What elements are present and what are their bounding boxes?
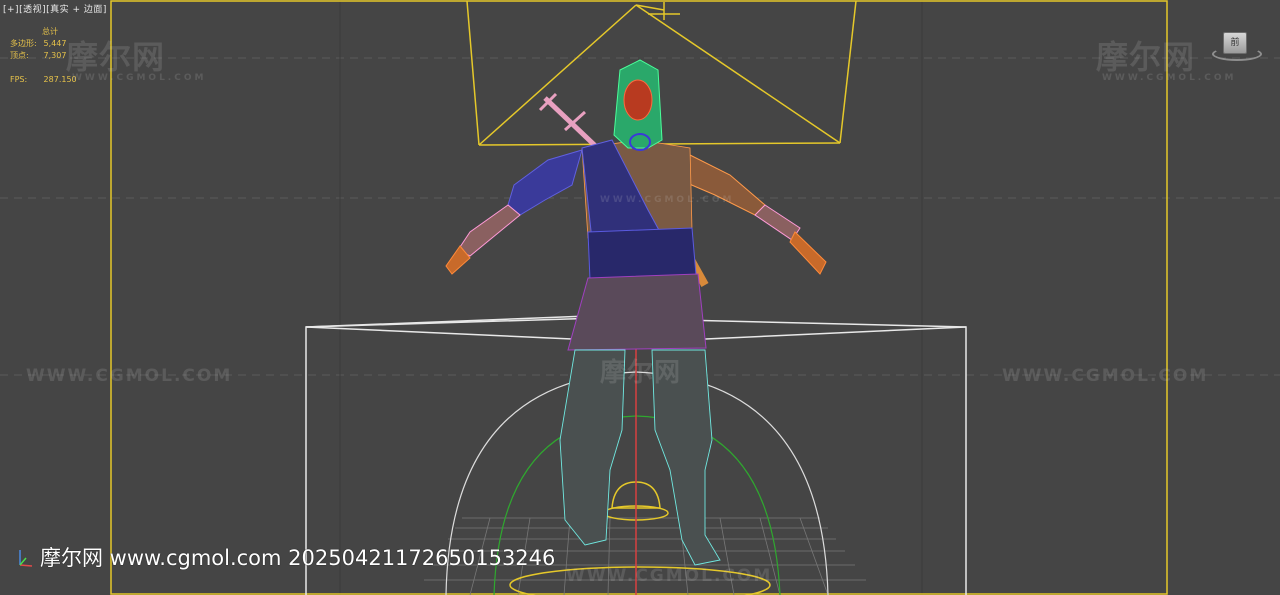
left-forearm [457,204,521,257]
viewcube-ring[interactable] [1212,47,1262,61]
perspective-viewport[interactable]: [+][透视][真实 + 边面] 总计 多边形: 5,447 顶点: 7,307… [0,0,1280,595]
belt [587,227,697,281]
watermark-url-small-right: WWW.CGMOL.COM [1102,73,1237,83]
face [623,79,653,121]
left-upper-arm [507,149,583,216]
scene-canvas[interactable] [0,0,1280,595]
watermark-brand-right: 摩尔网 [1096,38,1196,76]
watermark-url-bottom: WWW.CGMOL.COM [566,566,773,586]
watermark-brand-center: 摩尔网 [600,358,682,388]
stats-vertices-label: 顶点: [10,51,29,60]
right-upper-arm [679,149,766,216]
stats-polygons-value: 5,447 [43,39,67,48]
watermark-url-small-left: WWW.CGMOL.COM [72,73,207,83]
axis-tripod-icon [19,550,33,567]
viewport-menu-perspective[interactable]: [透视] [19,5,46,15]
footer-watermark: 摩尔网 www.cgmol.com 20250421172650153246 [40,546,556,570]
watermark-brand-left: 摩尔网 [66,38,166,76]
stats-fps-label: FPS: [10,75,28,84]
viewcube-icon[interactable]: 前 [1210,28,1264,61]
stats-vertices-value: 7,307 [43,51,67,60]
watermark-url-left: WWW.CGMOL.COM [26,366,233,386]
watermark-url-center: WWW.CGMOL.COM [600,195,735,205]
watermark-url-right: WWW.CGMOL.COM [1002,366,1209,386]
viewport-menu-shading[interactable]: [真实 + 边面] [46,5,107,15]
stats-polygons-label: 多边形: [10,39,37,48]
right-hand [789,231,827,275]
viewport-menu-plus[interactable]: [+] [3,5,19,15]
viewport-label[interactable]: [+][透视][真实 + 边面] [3,2,107,15]
skirt [567,273,707,351]
